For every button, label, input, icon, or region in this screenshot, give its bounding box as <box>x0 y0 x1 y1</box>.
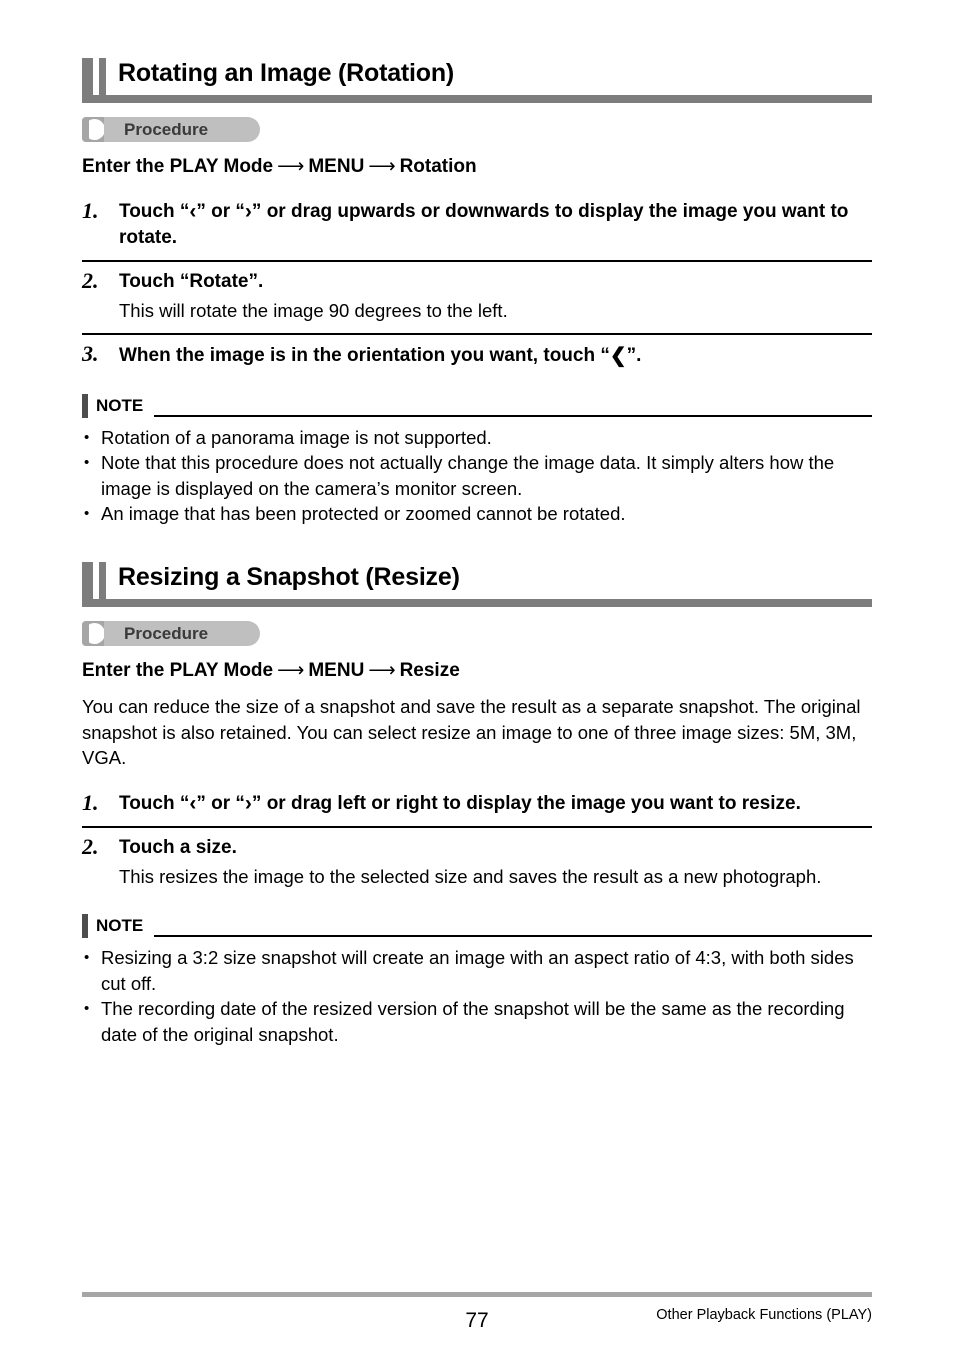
heading-marker-bar-narrow <box>99 562 106 599</box>
note-item-text: An image that has been protected or zoom… <box>101 503 626 524</box>
bullet-icon: • <box>84 505 90 522</box>
footer-rule <box>82 1292 872 1297</box>
step-title-pre: When the image is in the orientation you… <box>119 344 610 366</box>
procedure-badge-tab <box>82 621 104 646</box>
procedure-badge-tab-inner <box>82 621 89 646</box>
bullet-icon: • <box>84 1000 90 1017</box>
step-title-pre: Touch “ <box>119 201 190 222</box>
step-title: Touch “‹” or “›” or drag upwards or down… <box>119 199 872 251</box>
note-rule <box>154 935 872 937</box>
step-number: 1. <box>82 789 99 815</box>
section-title: Resizing a Snapshot (Resize) <box>118 563 460 591</box>
menu-path-part1: Enter the PLAY Mode <box>82 156 274 177</box>
chevron-left-heavy-icon: ❮ <box>609 344 627 367</box>
step-item: 1. Touch “‹” or “›” or drag left or righ… <box>82 784 872 826</box>
chevron-right-icon: › <box>244 791 252 815</box>
note-item: • An image that has been protected or zoo… <box>82 501 872 527</box>
step-title-post: ” or drag left or right to display the i… <box>251 792 801 814</box>
procedure-badge: Procedure <box>82 117 260 142</box>
step-description: This resizes the image to the selected s… <box>119 865 822 887</box>
heading-rule <box>82 599 872 607</box>
note-item: • Rotation of a panorama image is not sup… <box>82 425 872 451</box>
step-item: 1. Touch “‹” or “›” or drag upwards or d… <box>82 192 872 260</box>
arrow-right-icon: ⟶ <box>368 156 396 177</box>
note-item-text: The recording date of the resized versio… <box>101 998 845 1045</box>
note-header: NOTE <box>82 393 872 420</box>
step-number: 3. <box>82 340 99 366</box>
step-description: This will rotate the image 90 degrees to… <box>119 300 508 321</box>
chevron-right-icon: › <box>244 200 252 223</box>
menu-path-part3: Resize <box>399 660 460 681</box>
procedure-badge-tab <box>82 117 104 142</box>
menu-path-part2: MENU <box>308 156 365 177</box>
section-header: Rotating an Image (Rotation) <box>82 56 872 103</box>
step-title: Touch a size. <box>119 836 237 858</box>
step-number: 2. <box>82 268 99 293</box>
bullet-icon: • <box>84 454 90 471</box>
section-intro-paragraph: You can reduce the size of a snapshot an… <box>82 696 861 768</box>
note-item: • Resizing a 3:2 size snapshot will creat… <box>82 945 872 996</box>
step-title: When the image is in the orientation you… <box>119 342 872 369</box>
note-rule <box>154 414 872 417</box>
document-page: Rotating an Image (Rotation) Procedure E… <box>0 0 954 1357</box>
menu-path-part1: Enter the PLAY Mode <box>82 660 274 681</box>
note-item-text: Note that this procedure does not actual… <box>101 452 835 499</box>
step-title-pre: Touch “ <box>119 792 190 814</box>
section-title: Rotating an Image (Rotation) <box>118 59 455 87</box>
heading-rule <box>82 95 872 103</box>
footer-caption: Other Playback Functions (PLAY) <box>656 1307 872 1323</box>
procedure-label: Procedure <box>124 120 209 139</box>
note-item: • The recording date of the resized versi… <box>82 996 872 1047</box>
note-list: • Resizing a 3:2 size snapshot will creat… <box>82 945 872 1047</box>
step-item: 2. Touch “Rotate”. This will rotate the … <box>82 260 872 333</box>
procedure-label: Procedure <box>124 624 209 643</box>
procedure-badge: Procedure <box>82 621 260 646</box>
arrow-right-icon: ⟶ <box>277 156 305 177</box>
note-label: NOTE <box>96 916 144 935</box>
note-block: NOTE • Resizing a 3:2 size snapshot will … <box>82 914 872 1047</box>
bullet-icon: • <box>84 428 90 446</box>
menu-path-rotation: Enter the PLAY Mode ⟶ MENU ⟶ Rotation <box>82 155 872 179</box>
steps-list: 1. Touch “‹” or “›” or drag upwards or d… <box>82 192 872 378</box>
step-title-post: ”. <box>626 344 642 366</box>
heading-marker-bar-wide <box>82 58 93 95</box>
section-resizing-a-snapshot: Resizing a Snapshot (Resize) Procedure E… <box>82 560 872 1047</box>
procedure-badge-tab-inner <box>82 117 89 142</box>
note-marker-bar <box>82 914 88 938</box>
note-label: NOTE <box>96 395 144 415</box>
bullet-icon: • <box>84 949 90 966</box>
menu-path-part2: MENU <box>308 660 365 681</box>
step-number: 1. <box>82 198 99 223</box>
note-item-text: Rotation of a panorama image is not supp… <box>101 426 492 448</box>
menu-path-resize: Enter the PLAY Mode ⟶ MENU ⟶ Resize <box>82 659 872 683</box>
note-list: • Rotation of a panorama image is not sup… <box>82 425 872 527</box>
step-title: Touch “‹” or “›” or drag left or right t… <box>119 791 872 817</box>
note-item: • Note that this procedure does not actua… <box>82 450 872 501</box>
arrow-right-icon: ⟶ <box>368 660 396 681</box>
step-title-mid: ” or “ <box>196 792 245 814</box>
chevron-left-icon: ‹ <box>189 200 197 223</box>
section-rotating-an-image: Rotating an Image (Rotation) Procedure E… <box>82 56 872 527</box>
chevron-left-icon: ‹ <box>189 791 197 815</box>
heading-marker-bar-narrow <box>99 58 106 95</box>
heading-marker-bar-wide <box>82 562 93 599</box>
arrow-right-icon: ⟶ <box>277 660 305 681</box>
step-item: 3. When the image is in the orientation … <box>82 332 872 378</box>
step-number: 2. <box>82 833 99 859</box>
note-item-text: Resizing a 3:2 size snapshot will create… <box>101 947 854 994</box>
note-marker-bar <box>82 393 88 418</box>
note-header: NOTE <box>82 914 872 940</box>
step-item: 2. Touch a size. This resizes the image … <box>82 825 872 899</box>
steps-list: 1. Touch “‹” or “›” or drag left or righ… <box>82 784 872 899</box>
section-header: Resizing a Snapshot (Resize) <box>82 560 872 607</box>
step-title: Touch “Rotate”. <box>119 271 264 292</box>
note-block: NOTE • Rotation of a panorama image is no… <box>82 393 872 527</box>
step-title-mid: ” or “ <box>196 201 245 222</box>
menu-path-part3: Rotation <box>399 156 477 177</box>
